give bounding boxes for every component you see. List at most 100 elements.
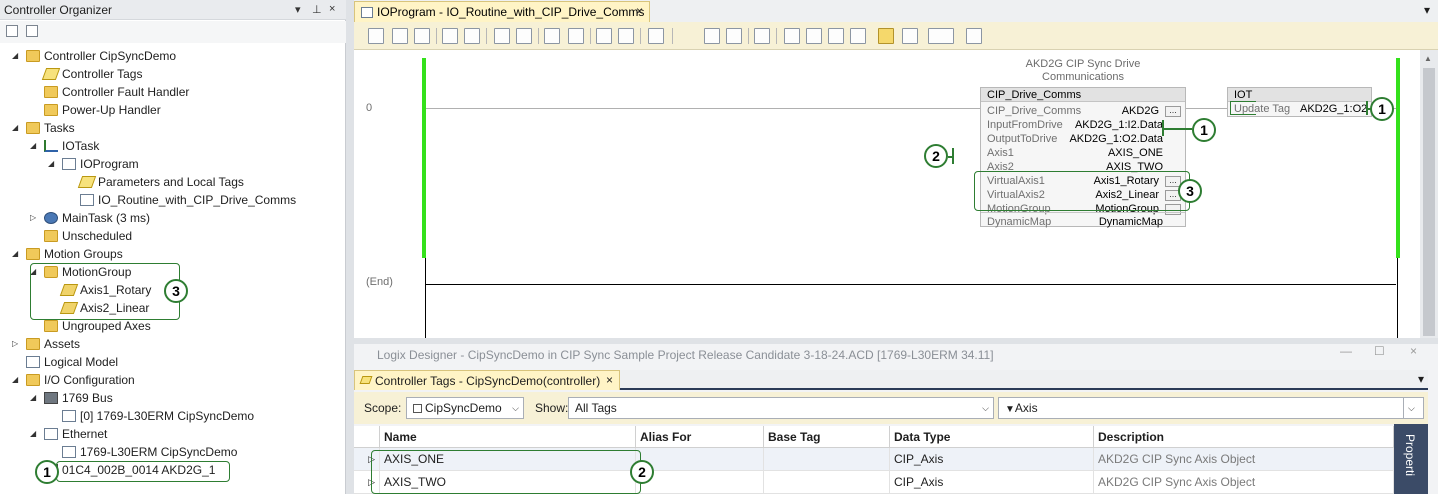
cross-ref-icon[interactable] bbox=[784, 28, 800, 44]
show-filter-select[interactable]: All Tags ⌵ bbox=[568, 397, 994, 419]
ote-icon[interactable] bbox=[494, 28, 510, 44]
column-header-data-type[interactable]: Data Type bbox=[890, 426, 1094, 448]
tree-item[interactable]: ◢ Motion Groups bbox=[0, 245, 340, 263]
aoi-operand-row[interactable]: Axis1 AXIS_ONE bbox=[987, 146, 1183, 160]
properties-icon[interactable] bbox=[754, 28, 770, 44]
rung-verify-icon[interactable] bbox=[618, 28, 634, 44]
tab-menu-icon[interactable]: ▾ bbox=[1424, 3, 1430, 17]
tree-item[interactable]: 1769-L30ERM CipSyncDemo bbox=[0, 443, 340, 461]
timer-icon[interactable] bbox=[544, 28, 560, 44]
wire-icon[interactable] bbox=[966, 28, 982, 44]
expander-icon[interactable]: ◢ bbox=[30, 389, 40, 407]
tree-item[interactable]: ◢ 1769 Bus bbox=[0, 389, 340, 407]
display-options-icon[interactable] bbox=[928, 28, 954, 44]
dropdown-icon[interactable]: ▾ bbox=[295, 3, 301, 16]
toggle-icon[interactable] bbox=[902, 28, 918, 44]
tree-item[interactable]: Power-Up Handler bbox=[0, 101, 340, 119]
expander-icon[interactable]: ◢ bbox=[30, 137, 40, 155]
browse-operand-button[interactable]: ... bbox=[1165, 106, 1181, 117]
tree-item[interactable]: IO_Routine_with_CIP_Drive_Comms bbox=[0, 191, 340, 209]
scope-select[interactable]: CipSyncDemo ⌵ bbox=[406, 397, 524, 419]
tab-ioprogram-routine[interactable]: IOProgram - IO_Routine_with_CIP_Drive_Co… bbox=[354, 1, 650, 22]
zoom-out-icon[interactable] bbox=[726, 28, 742, 44]
operand-value[interactable]: AKD2G_1:O2.Data bbox=[1069, 132, 1163, 146]
tree-item[interactable]: [0] 1769-L30ERM CipSyncDemo bbox=[0, 407, 340, 425]
close-icon[interactable]: × bbox=[606, 373, 613, 387]
tab-controller-tags[interactable]: Controller Tags - CipSyncDemo(controller… bbox=[354, 370, 620, 390]
tree-item[interactable]: Unscheduled bbox=[0, 227, 340, 245]
expander-icon[interactable]: ◢ bbox=[48, 155, 58, 173]
vertical-splitter[interactable] bbox=[346, 0, 354, 494]
tab-menu-icon[interactable]: ▾ bbox=[1418, 372, 1424, 386]
tree-item[interactable]: ◢ IOProgram bbox=[0, 155, 340, 173]
operand-value[interactable]: DynamicMap bbox=[1099, 215, 1163, 229]
column-header-name[interactable]: Name bbox=[380, 426, 636, 448]
minimize-button[interactable]: — bbox=[1340, 344, 1352, 358]
expander-icon[interactable]: ◢ bbox=[30, 425, 40, 443]
maximize-button[interactable]: ☐ bbox=[1374, 344, 1385, 358]
counter-icon[interactable] bbox=[568, 28, 584, 44]
column-header-base-tag[interactable]: Base Tag bbox=[764, 426, 890, 448]
table-cell-alias[interactable] bbox=[636, 448, 764, 471]
table-cell-base[interactable] bbox=[764, 471, 890, 494]
tree-item[interactable]: ◢ Ethernet bbox=[0, 425, 340, 443]
zoom-in-icon[interactable] bbox=[704, 28, 720, 44]
table-cell-type[interactable]: CIP_Axis bbox=[890, 448, 1094, 471]
xio-icon[interactable] bbox=[464, 28, 480, 44]
table-cell-base[interactable] bbox=[764, 448, 890, 471]
close-icon[interactable]: × bbox=[636, 4, 643, 18]
aoi-operand-row[interactable]: DynamicMap DynamicMap bbox=[987, 215, 1183, 229]
expander-icon[interactable]: ◢ bbox=[12, 47, 22, 65]
tree-item[interactable]: ◢ Tasks bbox=[0, 119, 340, 137]
expand-all-icon[interactable] bbox=[26, 25, 38, 37]
scrollbar-thumb[interactable] bbox=[1423, 68, 1435, 336]
operand-value[interactable]: AKD2G_1:I2.Data bbox=[1075, 118, 1163, 132]
goto-icon[interactable] bbox=[648, 28, 664, 44]
table-cell-alias[interactable] bbox=[636, 471, 764, 494]
tree-item[interactable]: Controller Tags bbox=[0, 65, 340, 83]
show-tag-description-icon[interactable] bbox=[878, 28, 894, 44]
aoi-operand-row[interactable]: CIP_Drive_Comms AKD2G... bbox=[987, 104, 1183, 118]
tree-item[interactable]: Parameters and Local Tags bbox=[0, 173, 340, 191]
edit-tags-icon[interactable] bbox=[828, 28, 844, 44]
tree-item[interactable]: ▷ MainTask (3 ms) bbox=[0, 209, 340, 227]
collapse-all-icon[interactable] bbox=[6, 25, 18, 37]
close-icon[interactable]: × bbox=[329, 3, 335, 15]
table-cell-desc[interactable]: AKD2G CIP Sync Axis Object bbox=[1094, 471, 1394, 494]
tree-item[interactable]: ◢ Controller CipSyncDemo bbox=[0, 47, 340, 65]
verify-icon[interactable] bbox=[596, 28, 612, 44]
branch-icon[interactable] bbox=[392, 28, 408, 44]
tree-item[interactable]: ◢ IOTask bbox=[0, 137, 340, 155]
aoi-operand-row[interactable]: OutputToDrive AKD2G_1:O2.Data bbox=[987, 132, 1183, 146]
rung-icon[interactable] bbox=[368, 28, 384, 44]
column-header-alias[interactable]: Alias For bbox=[636, 426, 764, 448]
pin-icon[interactable]: ⊥ bbox=[312, 3, 322, 16]
expander-icon[interactable]: ▷ bbox=[12, 335, 22, 353]
expander-icon[interactable]: ◢ bbox=[12, 371, 22, 389]
expander-icon[interactable]: ◢ bbox=[12, 245, 22, 263]
column-header-description[interactable]: Description bbox=[1094, 426, 1394, 448]
operand-value[interactable]: AKD2G bbox=[1122, 104, 1159, 118]
ladder-vertical-scrollbar[interactable]: ▲ bbox=[1420, 50, 1438, 338]
branch-level-icon[interactable] bbox=[414, 28, 430, 44]
properties-side-tab[interactable]: Properti bbox=[1394, 424, 1428, 494]
expander-icon[interactable]: ▷ bbox=[30, 209, 40, 227]
browse-icon[interactable] bbox=[806, 28, 822, 44]
otl-icon[interactable] bbox=[516, 28, 532, 44]
end-rung-label[interactable]: (End) bbox=[366, 276, 393, 288]
table-cell-type[interactable]: CIP_Axis bbox=[890, 471, 1094, 494]
rung-number[interactable]: 0 bbox=[366, 102, 372, 114]
operand-value[interactable]: AXIS_ONE bbox=[1108, 146, 1163, 160]
tree-item[interactable]: ◢ I/O Configuration bbox=[0, 371, 340, 389]
iot-operand-value[interactable]: AKD2G_1:O2 bbox=[1300, 102, 1367, 116]
close-button[interactable]: × bbox=[1410, 344, 1417, 358]
tree-item[interactable]: ▷ Assets bbox=[0, 335, 340, 353]
table-cell-desc[interactable]: AKD2G CIP Sync Axis Object bbox=[1094, 448, 1394, 471]
name-filter-input[interactable]: ▼Axis ⌵ bbox=[998, 397, 1424, 419]
tree-item[interactable]: Controller Fault Handler bbox=[0, 83, 340, 101]
xic-icon[interactable] bbox=[442, 28, 458, 44]
monitor-tags-icon[interactable] bbox=[850, 28, 866, 44]
tree-item[interactable]: Logical Model bbox=[0, 353, 340, 371]
aoi-operand-row[interactable]: InputFromDrive AKD2G_1:I2.Data bbox=[987, 118, 1183, 132]
expander-icon[interactable]: ◢ bbox=[12, 119, 22, 137]
